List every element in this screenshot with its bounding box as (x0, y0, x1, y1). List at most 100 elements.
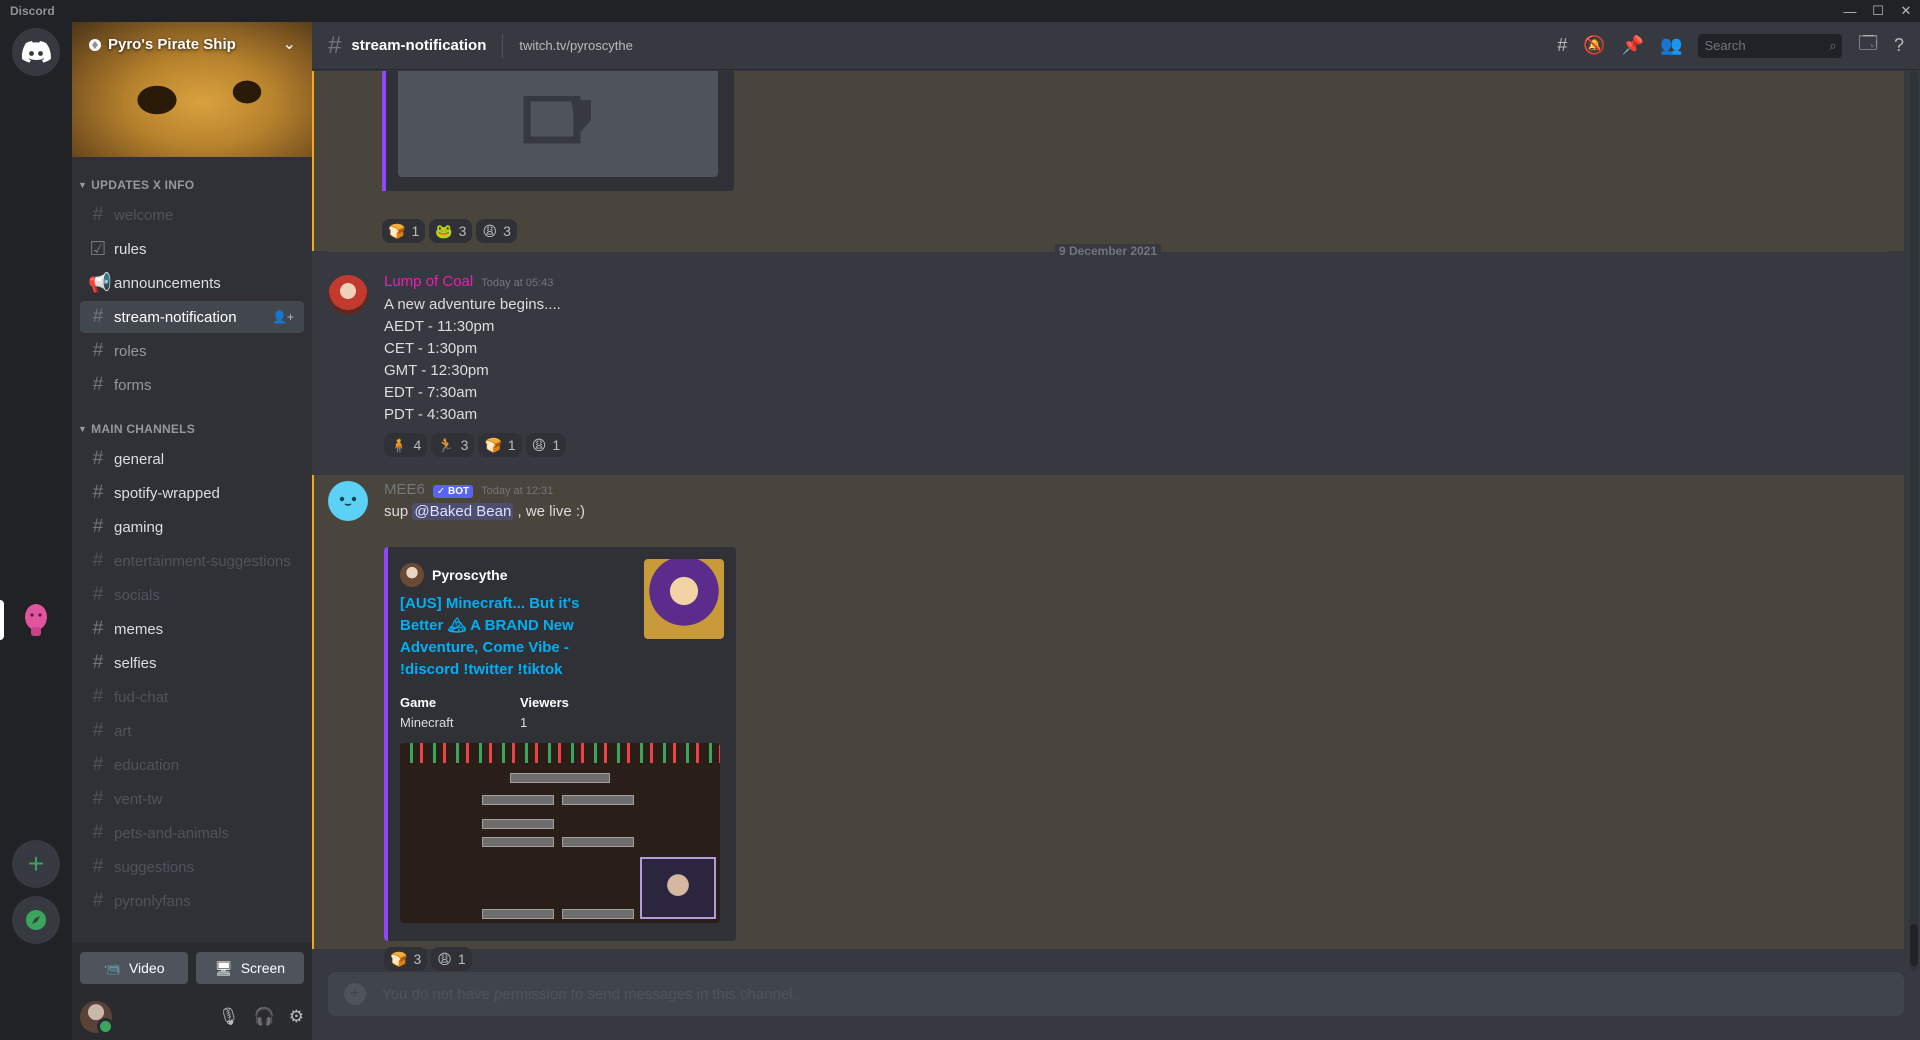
mee6-avatar[interactable] (328, 481, 368, 521)
hash-icon: # (92, 204, 104, 225)
channel-label: general (114, 450, 165, 468)
header-toolbar: # 🔕 📌 👥 Search ⌕ 🗔 ? (1557, 31, 1904, 61)
search-input[interactable]: Search ⌕ (1698, 33, 1843, 58)
home-button[interactable] (12, 28, 60, 76)
channel-memes[interactable]: # memes (80, 613, 304, 645)
add-server-button[interactable]: + (12, 840, 60, 888)
preview-ui-panel (510, 773, 610, 783)
user-avatar[interactable] (80, 1001, 114, 1035)
message-scrollbar[interactable] (1910, 71, 1918, 971)
embed-field-value: Minecraft (400, 715, 454, 730)
channel-welcome[interactable]: # welcome (80, 199, 304, 231)
hash-icon: # (92, 306, 104, 327)
inbox-icon[interactable]: 🗔 (1858, 31, 1878, 61)
channel-label: pets-and-animals (114, 824, 230, 842)
category-main-channels[interactable]: ▼ MAIN CHANNELS (72, 417, 312, 441)
channel-vent-tw[interactable]: # vent-tw (80, 783, 304, 815)
preview-ui-panel (482, 795, 554, 805)
help-icon[interactable]: ? (1894, 35, 1904, 56)
embed-author[interactable]: Pyroscythe (400, 563, 507, 587)
scrollbar-thumb[interactable] (1910, 924, 1918, 966)
composer-placeholder: You do not have permission to send messa… (382, 985, 797, 1003)
channel-topic[interactable]: twitch.tv/pyroscythe (519, 38, 632, 53)
reaction[interactable]: 🍞 3 (384, 947, 428, 971)
reaction-count: 4 (413, 437, 422, 453)
selected-server-indicator (0, 600, 4, 640)
embed-stream-preview-image[interactable] (400, 743, 720, 923)
message-timestamp: Today at 05:43 (481, 277, 554, 289)
reaction[interactable]: 🏃 3 (431, 433, 475, 457)
embed-video-placeholder[interactable] (398, 71, 718, 177)
video-button[interactable]: 📹 Video (80, 952, 188, 984)
server-icon-pyros-pirate-ship[interactable] (12, 596, 60, 644)
search-placeholder: Search (1704, 38, 1746, 53)
maximize-button[interactable]: ☐ (1864, 0, 1892, 22)
reaction[interactable]: 😩 3 (476, 219, 517, 243)
channel-art[interactable]: # art (80, 715, 304, 747)
message-line: PDT - 4:30am (384, 406, 478, 423)
channel-selfies[interactable]: # selfies (80, 647, 304, 679)
message-line: AEDT - 11:30pm (384, 318, 495, 335)
channel-general[interactable]: # general (80, 443, 304, 475)
reaction[interactable]: 🍞 1 (478, 433, 522, 457)
preview-ui-panel (482, 819, 554, 829)
channel-label: education (114, 756, 180, 774)
hash-icon: # (92, 618, 104, 639)
server-name: Pyro's Pirate Ship (108, 36, 236, 53)
channel-fud-chat[interactable]: # fud-chat (80, 681, 304, 713)
reaction[interactable]: 🍞 1 (382, 219, 426, 243)
hash-icon: # (92, 374, 104, 395)
embed-title-link[interactable]: [AUS] Minecraft... But it's Better 🏔 A B… (400, 593, 590, 681)
embed-thumbnail[interactable] (644, 559, 724, 639)
reaction[interactable]: 😩 1 (431, 947, 472, 971)
reaction[interactable]: 😩 1 (525, 433, 567, 457)
chevron-down-icon[interactable]: ⌄ (283, 34, 296, 54)
channel-roles[interactable]: # roles (80, 335, 304, 367)
channel-suggestions[interactable]: # suggestions (80, 851, 304, 883)
channel-forms[interactable]: # forms (80, 369, 304, 401)
reaction[interactable]: 🐸 3 (429, 219, 473, 243)
message-header: Lump of Coal Today at 05:43 (384, 273, 553, 290)
author-name[interactable]: MEE6 (384, 481, 425, 498)
settings-gear-icon[interactable]: ⚙ (289, 1007, 304, 1027)
search-icon: ⌕ (1829, 37, 1837, 53)
author-avatar[interactable] (328, 275, 368, 315)
invite-member-icon[interactable]: 👤+ (272, 310, 294, 324)
embed-field-value: 1 (520, 715, 528, 730)
close-button[interactable]: ✕ (1892, 0, 1920, 22)
headphones-icon[interactable]: 🎧 (254, 1007, 275, 1027)
channel-socials[interactable]: # socials (80, 579, 304, 611)
channel-pyronlyfans[interactable]: # pyronlyfans (80, 885, 304, 917)
threads-icon[interactable]: # (1557, 35, 1567, 56)
category-updates-x-info[interactable]: ▼ UPDATES X INFO (72, 173, 312, 197)
reaction-count: 1 (457, 951, 466, 967)
channel-pets-and-animals[interactable]: # pets-and-animals (80, 817, 304, 849)
channel-label: entertainment-suggestions (114, 552, 291, 570)
channel-education[interactable]: # education (80, 749, 304, 781)
channel-gaming[interactable]: # gaming (80, 511, 304, 543)
channel-stream-notification[interactable]: # stream-notification 👤+ (80, 301, 304, 333)
notification-muted-icon[interactable]: 🔕 (1583, 35, 1605, 56)
compass-icon (26, 910, 46, 930)
reaction-emoji: 🍞 (390, 950, 408, 967)
server-header[interactable]: Pyro's Pirate Ship (88, 36, 236, 53)
author-name[interactable]: Lump of Coal (384, 273, 473, 290)
user-mention[interactable]: @Baked Bean (412, 503, 514, 520)
microphone-icon[interactable]: 🎙 (218, 1007, 240, 1027)
channel-label: art (114, 722, 132, 740)
preview-ui-panel (482, 837, 554, 847)
pin-icon[interactable]: 📌 (1622, 35, 1644, 56)
channel-announcements[interactable]: 📢 announcements (80, 267, 304, 299)
message-text-pre: sup (384, 503, 413, 520)
server-banner[interactable]: Pyro's Pirate Ship ⌄ (72, 22, 312, 157)
member-list-icon[interactable]: 👥 (1660, 35, 1682, 56)
explore-servers-button[interactable] (12, 896, 60, 944)
message-composer: + You do not have permission to send mes… (328, 972, 1904, 1016)
screen-share-button[interactable]: 🖥 Screen (196, 952, 304, 984)
channel-spotify-wrapped[interactable]: # spotify-wrapped (80, 477, 304, 509)
reaction[interactable]: 🧍 4 (384, 433, 428, 457)
channel-rules[interactable]: ☑ rules (80, 233, 304, 265)
mee6-face-icon (339, 496, 357, 506)
minimize-button[interactable]: — (1836, 0, 1864, 22)
channel-entertainment-suggestions[interactable]: # entertainment-suggestions (80, 545, 304, 577)
